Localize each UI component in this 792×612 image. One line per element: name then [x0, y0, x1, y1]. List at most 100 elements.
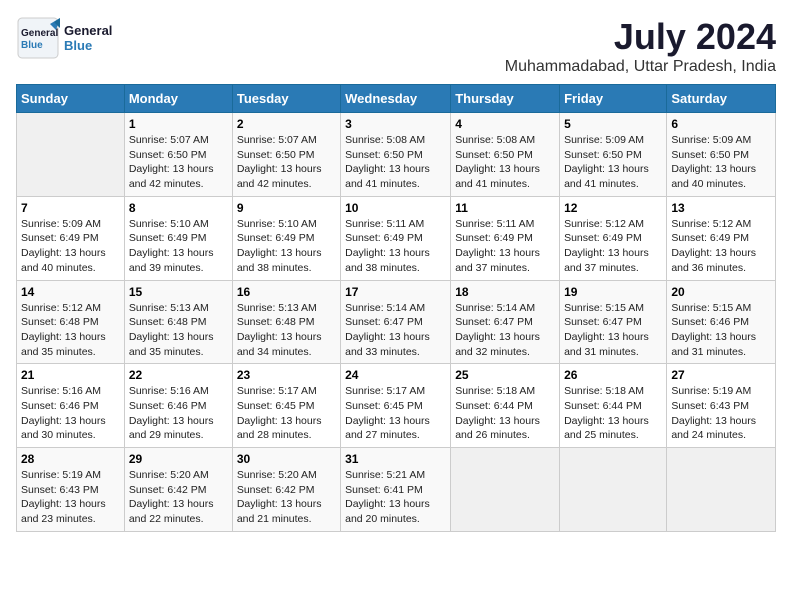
day-number: 4: [455, 117, 555, 131]
page-header: General Blue General Blue July 2024 Muha…: [16, 16, 776, 76]
day-number: 10: [345, 201, 446, 215]
day-info: Sunrise: 5:19 AM Sunset: 6:43 PM Dayligh…: [21, 468, 120, 527]
col-header-tuesday: Tuesday: [232, 85, 340, 113]
day-number: 12: [564, 201, 662, 215]
calendar-cell-w2d1: 15 Sunrise: 5:13 AM Sunset: 6:48 PM Dayli…: [124, 280, 232, 364]
calendar-cell-w1d1: 8 Sunrise: 5:10 AM Sunset: 6:49 PM Daylig…: [124, 196, 232, 280]
day-info: Sunrise: 5:15 AM Sunset: 6:47 PM Dayligh…: [564, 301, 662, 360]
day-info: Sunrise: 5:08 AM Sunset: 6:50 PM Dayligh…: [345, 133, 446, 192]
day-info: Sunrise: 5:08 AM Sunset: 6:50 PM Dayligh…: [455, 133, 555, 192]
day-info: Sunrise: 5:14 AM Sunset: 6:47 PM Dayligh…: [345, 301, 446, 360]
calendar-cell-w2d6: 20 Sunrise: 5:15 AM Sunset: 6:46 PM Dayli…: [667, 280, 776, 364]
day-number: 21: [21, 368, 120, 382]
day-info: Sunrise: 5:17 AM Sunset: 6:45 PM Dayligh…: [345, 384, 446, 443]
day-info: Sunrise: 5:13 AM Sunset: 6:48 PM Dayligh…: [237, 301, 336, 360]
day-info: Sunrise: 5:18 AM Sunset: 6:44 PM Dayligh…: [455, 384, 555, 443]
calendar-cell-w1d4: 11Sunrise: 5:11 AM Sunset: 6:49 PM Dayli…: [451, 196, 560, 280]
day-number: 16: [237, 285, 336, 299]
day-info: Sunrise: 5:07 AM Sunset: 6:50 PM Dayligh…: [237, 133, 336, 192]
day-info: Sunrise: 5:09 AM Sunset: 6:50 PM Dayligh…: [564, 133, 662, 192]
calendar-cell-w2d3: 17 Sunrise: 5:14 AM Sunset: 6:47 PM Dayli…: [341, 280, 451, 364]
day-info: Sunrise: 5:17 AM Sunset: 6:45 PM Dayligh…: [237, 384, 336, 443]
col-header-friday: Friday: [560, 85, 667, 113]
calendar-cell-w1d5: 12 Sunrise: 5:12 AM Sunset: 6:49 PM Dayli…: [560, 196, 667, 280]
calendar-cell-w2d5: 19 Sunrise: 5:15 AM Sunset: 6:47 PM Dayli…: [560, 280, 667, 364]
day-number: 1: [129, 117, 228, 131]
calendar-cell-w0d2: 2 Sunrise: 5:07 AM Sunset: 6:50 PM Daylig…: [232, 113, 340, 197]
calendar-cell-w4d4: [451, 448, 560, 532]
svg-text:Blue: Blue: [21, 40, 43, 51]
title-section: July 2024 Muhammadabad, Uttar Pradesh, I…: [505, 16, 776, 76]
day-number: 26: [564, 368, 662, 382]
day-info: Sunrise: 5:16 AM Sunset: 6:46 PM Dayligh…: [21, 384, 120, 443]
day-info: Sunrise: 5:18 AM Sunset: 6:44 PM Dayligh…: [564, 384, 662, 443]
calendar-cell-w1d3: 10 Sunrise: 5:11 AM Sunset: 6:49 PM Dayli…: [341, 196, 451, 280]
day-number: 24: [345, 368, 446, 382]
calendar-cell-w3d0: 21 Sunrise: 5:16 AM Sunset: 6:46 PM Dayli…: [17, 364, 125, 448]
day-number: 19: [564, 285, 662, 299]
day-info: Sunrise: 5:21 AM Sunset: 6:41 PM Dayligh…: [345, 468, 446, 527]
col-header-sunday: Sunday: [17, 85, 125, 113]
day-info: Sunrise: 5:19 AM Sunset: 6:43 PM Dayligh…: [671, 384, 771, 443]
calendar-cell-w0d1: 1 Sunrise: 5:07 AM Sunset: 6:50 PM Daylig…: [124, 113, 232, 197]
calendar-cell-w0d0: [17, 113, 125, 197]
day-number: 3: [345, 117, 446, 131]
day-number: 5: [564, 117, 662, 131]
day-number: 28: [21, 452, 120, 466]
day-info: Sunrise: 5:12 AM Sunset: 6:48 PM Dayligh…: [21, 301, 120, 360]
calendar-cell-w4d2: 30 Sunrise: 5:20 AM Sunset: 6:42 PM Dayli…: [232, 448, 340, 532]
day-info: Sunrise: 5:15 AM Sunset: 6:46 PM Dayligh…: [671, 301, 771, 360]
col-header-monday: Monday: [124, 85, 232, 113]
calendar-cell-w0d3: 3 Sunrise: 5:08 AM Sunset: 6:50 PM Daylig…: [341, 113, 451, 197]
calendar-cell-w0d5: 5 Sunrise: 5:09 AM Sunset: 6:50 PM Daylig…: [560, 113, 667, 197]
calendar-cell-w4d0: 28 Sunrise: 5:19 AM Sunset: 6:43 PM Dayli…: [17, 448, 125, 532]
day-number: 30: [237, 452, 336, 466]
day-info: Sunrise: 5:14 AM Sunset: 6:47 PM Dayligh…: [455, 301, 555, 360]
day-number: 22: [129, 368, 228, 382]
day-number: 15: [129, 285, 228, 299]
day-info: Sunrise: 5:10 AM Sunset: 6:49 PM Dayligh…: [129, 217, 228, 276]
svg-text:General: General: [21, 28, 58, 39]
calendar-cell-w1d6: 13Sunrise: 5:12 AM Sunset: 6:49 PM Dayli…: [667, 196, 776, 280]
day-info: Sunrise: 5:13 AM Sunset: 6:48 PM Dayligh…: [129, 301, 228, 360]
day-number: 6: [671, 117, 771, 131]
day-info: Sunrise: 5:20 AM Sunset: 6:42 PM Dayligh…: [237, 468, 336, 527]
day-info: Sunrise: 5:07 AM Sunset: 6:50 PM Dayligh…: [129, 133, 228, 192]
day-info: Sunrise: 5:11 AM Sunset: 6:49 PM Dayligh…: [345, 217, 446, 276]
col-header-saturday: Saturday: [667, 85, 776, 113]
day-info: Sunrise: 5:09 AM Sunset: 6:50 PM Dayligh…: [671, 133, 771, 192]
col-header-thursday: Thursday: [451, 85, 560, 113]
day-number: 23: [237, 368, 336, 382]
calendar-cell-w1d0: 7 Sunrise: 5:09 AM Sunset: 6:49 PM Daylig…: [17, 196, 125, 280]
day-info: Sunrise: 5:16 AM Sunset: 6:46 PM Dayligh…: [129, 384, 228, 443]
calendar-cell-w2d2: 16 Sunrise: 5:13 AM Sunset: 6:48 PM Dayli…: [232, 280, 340, 364]
day-number: 7: [21, 201, 120, 215]
day-number: 8: [129, 201, 228, 215]
calendar-cell-w2d0: 14 Sunrise: 5:12 AM Sunset: 6:48 PM Dayli…: [17, 280, 125, 364]
day-number: 25: [455, 368, 555, 382]
calendar-cell-w4d5: [560, 448, 667, 532]
day-number: 17: [345, 285, 446, 299]
logo: General Blue General Blue: [16, 16, 112, 60]
logo-icon: General Blue: [16, 16, 60, 60]
calendar-cell-w4d6: [667, 448, 776, 532]
day-number: 18: [455, 285, 555, 299]
col-header-wednesday: Wednesday: [341, 85, 451, 113]
calendar-cell-w0d6: 6 Sunrise: 5:09 AM Sunset: 6:50 PM Daylig…: [667, 113, 776, 197]
day-info: Sunrise: 5:12 AM Sunset: 6:49 PM Dayligh…: [564, 217, 662, 276]
calendar-cell-w0d4: 4 Sunrise: 5:08 AM Sunset: 6:50 PM Daylig…: [451, 113, 560, 197]
day-info: Sunrise: 5:12 AM Sunset: 6:49 PM Dayligh…: [671, 217, 771, 276]
calendar-cell-w1d2: 9Sunrise: 5:10 AM Sunset: 6:49 PM Daylig…: [232, 196, 340, 280]
day-number: 31: [345, 452, 446, 466]
day-number: 11: [455, 201, 555, 215]
calendar-cell-w3d4: 25 Sunrise: 5:18 AM Sunset: 6:44 PM Dayli…: [451, 364, 560, 448]
day-number: 9: [237, 201, 336, 215]
day-number: 2: [237, 117, 336, 131]
day-info: Sunrise: 5:09 AM Sunset: 6:49 PM Dayligh…: [21, 217, 120, 276]
logo-blue: Blue: [64, 38, 112, 53]
day-number: 20: [671, 285, 771, 299]
calendar-cell-w3d2: 23 Sunrise: 5:17 AM Sunset: 6:45 PM Dayli…: [232, 364, 340, 448]
calendar-cell-w3d5: 26 Sunrise: 5:18 AM Sunset: 6:44 PM Dayli…: [560, 364, 667, 448]
calendar-cell-w3d3: 24 Sunrise: 5:17 AM Sunset: 6:45 PM Dayli…: [341, 364, 451, 448]
day-number: 14: [21, 285, 120, 299]
